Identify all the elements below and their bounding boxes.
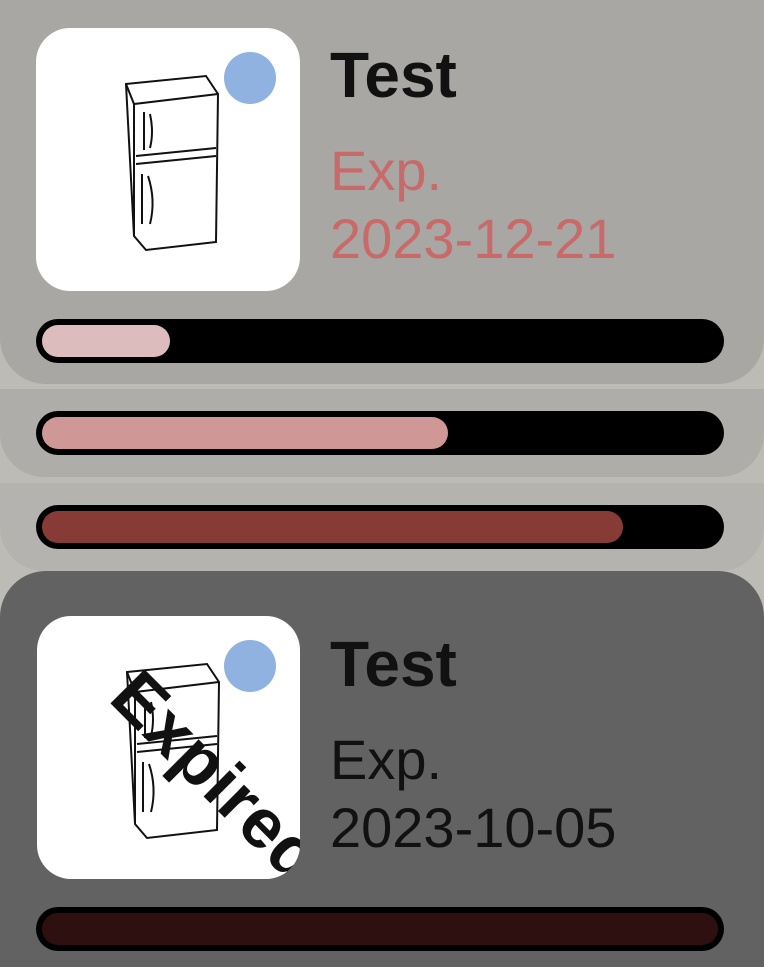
progress-fill [42, 511, 624, 543]
item-title: Test [330, 39, 457, 111]
item-thumbnail [36, 28, 300, 291]
item-thumbnail: Expired [37, 616, 300, 879]
freshness-progress-bar [36, 319, 724, 363]
refrigerator-icon [124, 74, 220, 252]
progress-fill [42, 417, 448, 449]
expiry-date: 2023-10-05 [330, 796, 617, 859]
item-card[interactable] [0, 483, 764, 571]
progress-fill [42, 913, 718, 945]
freshness-progress-bar [36, 505, 724, 549]
expiry-label: Exp. [330, 139, 443, 202]
item-card[interactable] [0, 389, 764, 477]
status-dot-icon [224, 640, 276, 692]
item-title: Test [330, 628, 457, 700]
expiry-label: Exp. [330, 728, 443, 791]
progress-fill [42, 325, 171, 357]
item-card[interactable]: Test Exp. 2023-12-21 [0, 0, 764, 384]
expiry-date: 2023-12-21 [330, 207, 617, 270]
status-dot-icon [224, 52, 276, 104]
item-card-expired[interactable]: Expired Test Exp. 2023-10-05 [0, 571, 764, 967]
freshness-progress-bar [36, 907, 724, 951]
freshness-progress-bar [36, 411, 724, 455]
